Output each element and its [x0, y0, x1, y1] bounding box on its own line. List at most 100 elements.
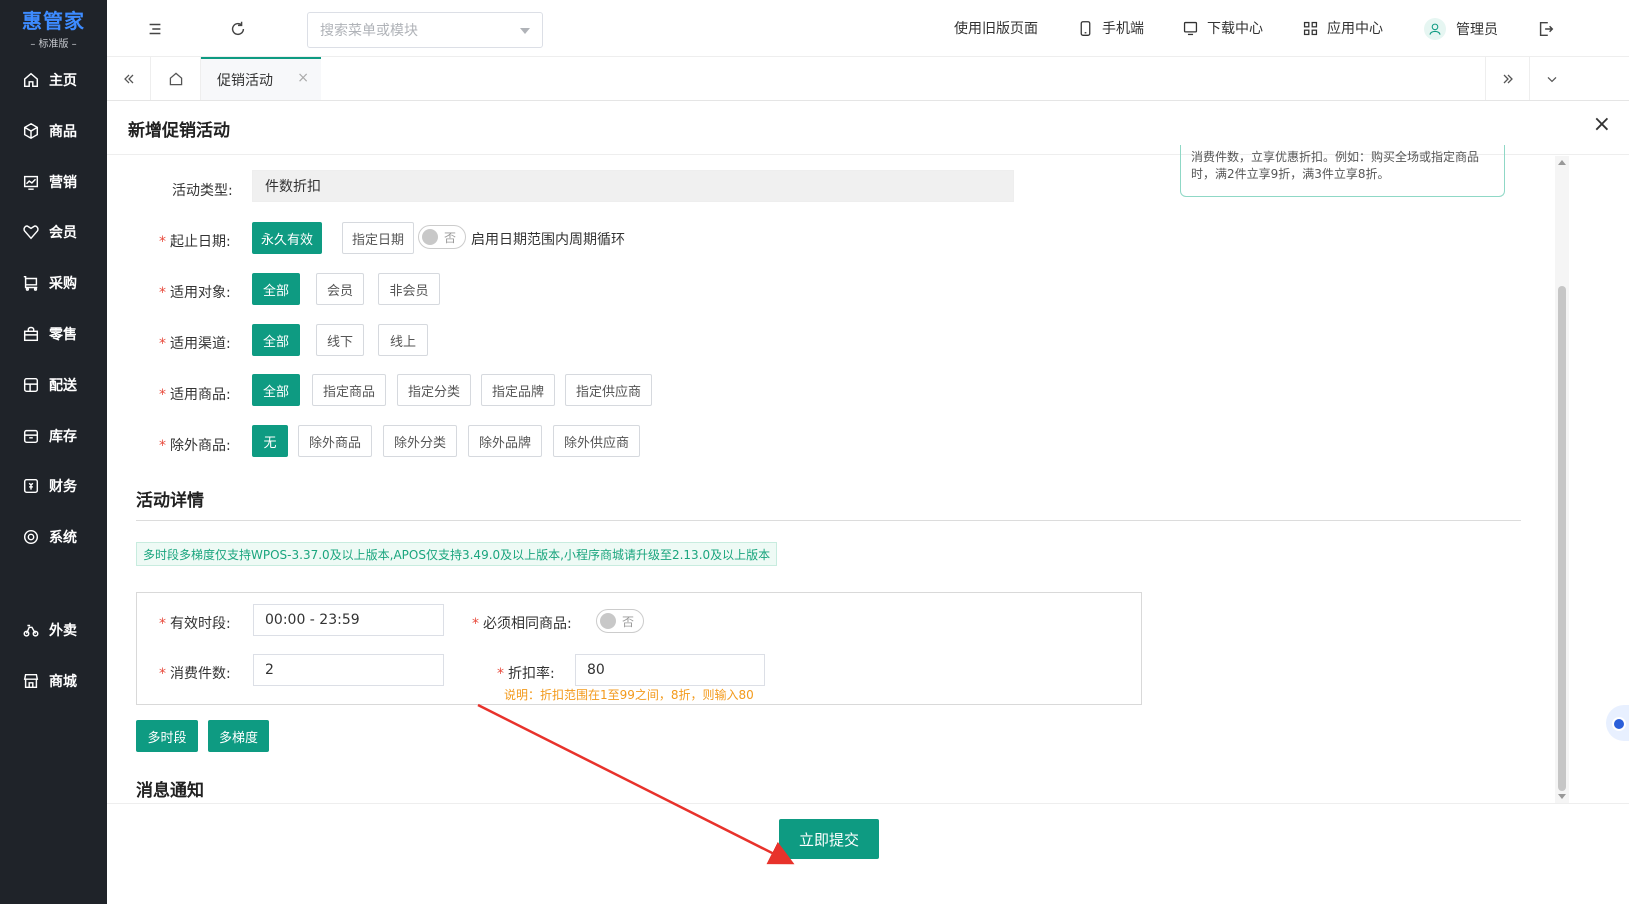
sidebar-item-marketing[interactable]: 营销 — [0, 162, 107, 202]
logout-button[interactable] — [1535, 18, 1557, 40]
close-icon[interactable]: × — [1593, 114, 1611, 136]
sidebar-item-label: 配送 — [49, 378, 77, 394]
home-icon — [23, 72, 39, 88]
exclude-label: * 除外商品: — [159, 435, 231, 455]
mobile-link[interactable]: 手机端 — [1077, 18, 1144, 38]
goods-specified-option[interactable]: 指定商品 — [312, 374, 386, 406]
menu-search-select[interactable]: 搜索菜单或模块 — [307, 12, 543, 48]
target-label: * 适用对象: — [159, 282, 231, 302]
multi-period-button[interactable]: 多时段 — [136, 720, 198, 752]
apps-label: 应用中心 — [1327, 21, 1383, 37]
channel-online-option[interactable]: 线上 — [378, 324, 428, 356]
target-label-text: 适用对象: — [170, 285, 231, 301]
goods-category-option[interactable]: 指定分类 — [397, 374, 471, 406]
target-non-member-option[interactable]: 非会员 — [378, 273, 440, 305]
sidebar-item-mall[interactable]: 商城 — [0, 661, 107, 701]
sidebar-item-purchase[interactable]: 采购 — [0, 263, 107, 303]
add-promotion-panel: 新增促销活动 × 消费件数，立享优惠折扣。例如：购买全场或指定商品时，满2件立享… — [107, 101, 1629, 904]
notify-section-title: 消息通知 — [136, 781, 204, 801]
sidebar-item-home[interactable]: 主页 — [0, 60, 107, 100]
same-goods-label-text: 必须相同商品: — [483, 616, 572, 632]
goods-all-option[interactable]: 全部 — [252, 374, 300, 406]
required-mark: * — [472, 616, 479, 632]
rate-input[interactable]: 80 — [575, 654, 765, 686]
activity-type-field: 件数折扣 — [252, 170, 1014, 202]
same-goods-switch[interactable]: 否 — [596, 609, 644, 633]
exclude-none-option[interactable]: 无 — [252, 425, 288, 457]
sidebar-item-goods[interactable]: 商品 — [0, 111, 107, 151]
required-mark: * — [497, 666, 504, 682]
scrollbar[interactable] — [1555, 156, 1569, 803]
sidebar-item-retail[interactable]: 零售 — [0, 314, 107, 354]
target-member-option[interactable]: 会员 — [316, 273, 364, 305]
same-goods-label: * 必须相同商品: — [472, 613, 572, 633]
brand-edition: – 标准版 – — [30, 39, 77, 50]
avatar — [1424, 18, 1446, 40]
old-version-link[interactable]: 使用旧版页面 — [954, 18, 1038, 38]
date-range-label-text: 起止日期: — [170, 234, 231, 250]
scroll-down-icon[interactable] — [1558, 794, 1566, 799]
target-all-option[interactable]: 全部 — [252, 273, 300, 305]
sidebar-item-system[interactable]: 系统 — [0, 517, 107, 557]
heart-icon — [23, 225, 39, 240]
sidebar-item-takeout[interactable]: 外卖 — [0, 610, 107, 650]
tab-label: 促销活动 — [217, 72, 273, 89]
date-range-label: * 起止日期: — [159, 231, 231, 251]
exclude-brand-option[interactable]: 除外品牌 — [468, 425, 542, 457]
download-center-link[interactable]: 下载中心 — [1182, 18, 1263, 38]
exclude-category-option[interactable]: 除外分类 — [383, 425, 457, 457]
store-icon — [23, 673, 39, 689]
refresh-button[interactable] — [227, 18, 249, 40]
sidebar-item-label: 外卖 — [49, 623, 77, 639]
user-menu[interactable]: 管理员 — [1424, 18, 1498, 40]
sidebar-item-label: 会员 — [49, 225, 77, 241]
exclude-supplier-option[interactable]: 除外供应商 — [553, 425, 640, 457]
scroll-up-icon[interactable] — [1558, 160, 1566, 165]
scroll-thumb[interactable] — [1558, 286, 1566, 791]
panel-footer: 立即提交 — [107, 803, 1629, 904]
sidebar-item-label: 系统 — [49, 530, 77, 546]
required-mark: * — [159, 387, 166, 403]
tab-promotion[interactable]: 促销活动 × — [201, 57, 321, 100]
period-input[interactable]: 00:00 - 23:59 — [253, 604, 444, 636]
required-mark: * — [159, 666, 166, 682]
menu-toggle-button[interactable] — [144, 18, 166, 40]
sidebar-item-member[interactable]: 会员 — [0, 212, 107, 252]
required-mark: * — [159, 234, 166, 250]
top-header: 搜索菜单或模块 使用旧版页面 手机端 下载中心 应用中心 管理员 — [107, 0, 1629, 57]
date-permanent-option[interactable]: 永久有效 — [252, 222, 322, 254]
goods-label: * 适用商品: — [159, 384, 231, 404]
tab-close-icon[interactable]: × — [297, 70, 309, 86]
cycle-switch[interactable]: 否 — [418, 225, 466, 249]
sidebar-item-inventory[interactable]: 库存 — [0, 416, 107, 456]
tabs-menu-button[interactable] — [1529, 57, 1573, 100]
goods-supplier-option[interactable]: 指定供应商 — [565, 374, 652, 406]
channel-offline-option[interactable]: 线下 — [316, 324, 364, 356]
tabs-scroll-right-button[interactable] — [1485, 57, 1529, 100]
rate-hint: 说明：折扣范围在1至99之间，8折，则输入80 — [504, 688, 754, 702]
app-center-link[interactable]: 应用中心 — [1302, 18, 1383, 38]
exclude-goods-option[interactable]: 除外商品 — [298, 425, 372, 457]
qty-label: * 消费件数: — [159, 663, 231, 683]
robot-eye — [1612, 717, 1626, 731]
date-specified-option[interactable]: 指定日期 — [342, 222, 414, 254]
tab-bar: 促销活动 × — [107, 57, 1629, 101]
chart-icon — [23, 175, 39, 190]
qty-input[interactable]: 2 — [253, 654, 444, 686]
sidebar-item-label: 采购 — [49, 276, 77, 292]
submit-button[interactable]: 立即提交 — [779, 819, 879, 859]
chevron-down-icon — [520, 28, 530, 34]
channel-all-option[interactable]: 全部 — [252, 324, 300, 356]
tabs-scroll-left-button[interactable] — [107, 57, 151, 100]
phone-icon — [1080, 20, 1091, 36]
switch-text: 否 — [622, 614, 635, 629]
goods-brand-option[interactable]: 指定品牌 — [481, 374, 555, 406]
monitor-icon — [1183, 21, 1198, 35]
brand-logo[interactable]: 惠管家 – 标准版 – — [0, 0, 107, 55]
tab-home[interactable] — [151, 57, 201, 100]
sidebar-item-delivery[interactable]: 配送 — [0, 365, 107, 405]
multi-tier-button[interactable]: 多梯度 — [208, 720, 269, 752]
sidebar-item-finance[interactable]: 财务 — [0, 466, 107, 506]
channel-label-text: 适用渠道: — [170, 336, 231, 352]
activity-type-label: 活动类型: — [172, 183, 233, 199]
